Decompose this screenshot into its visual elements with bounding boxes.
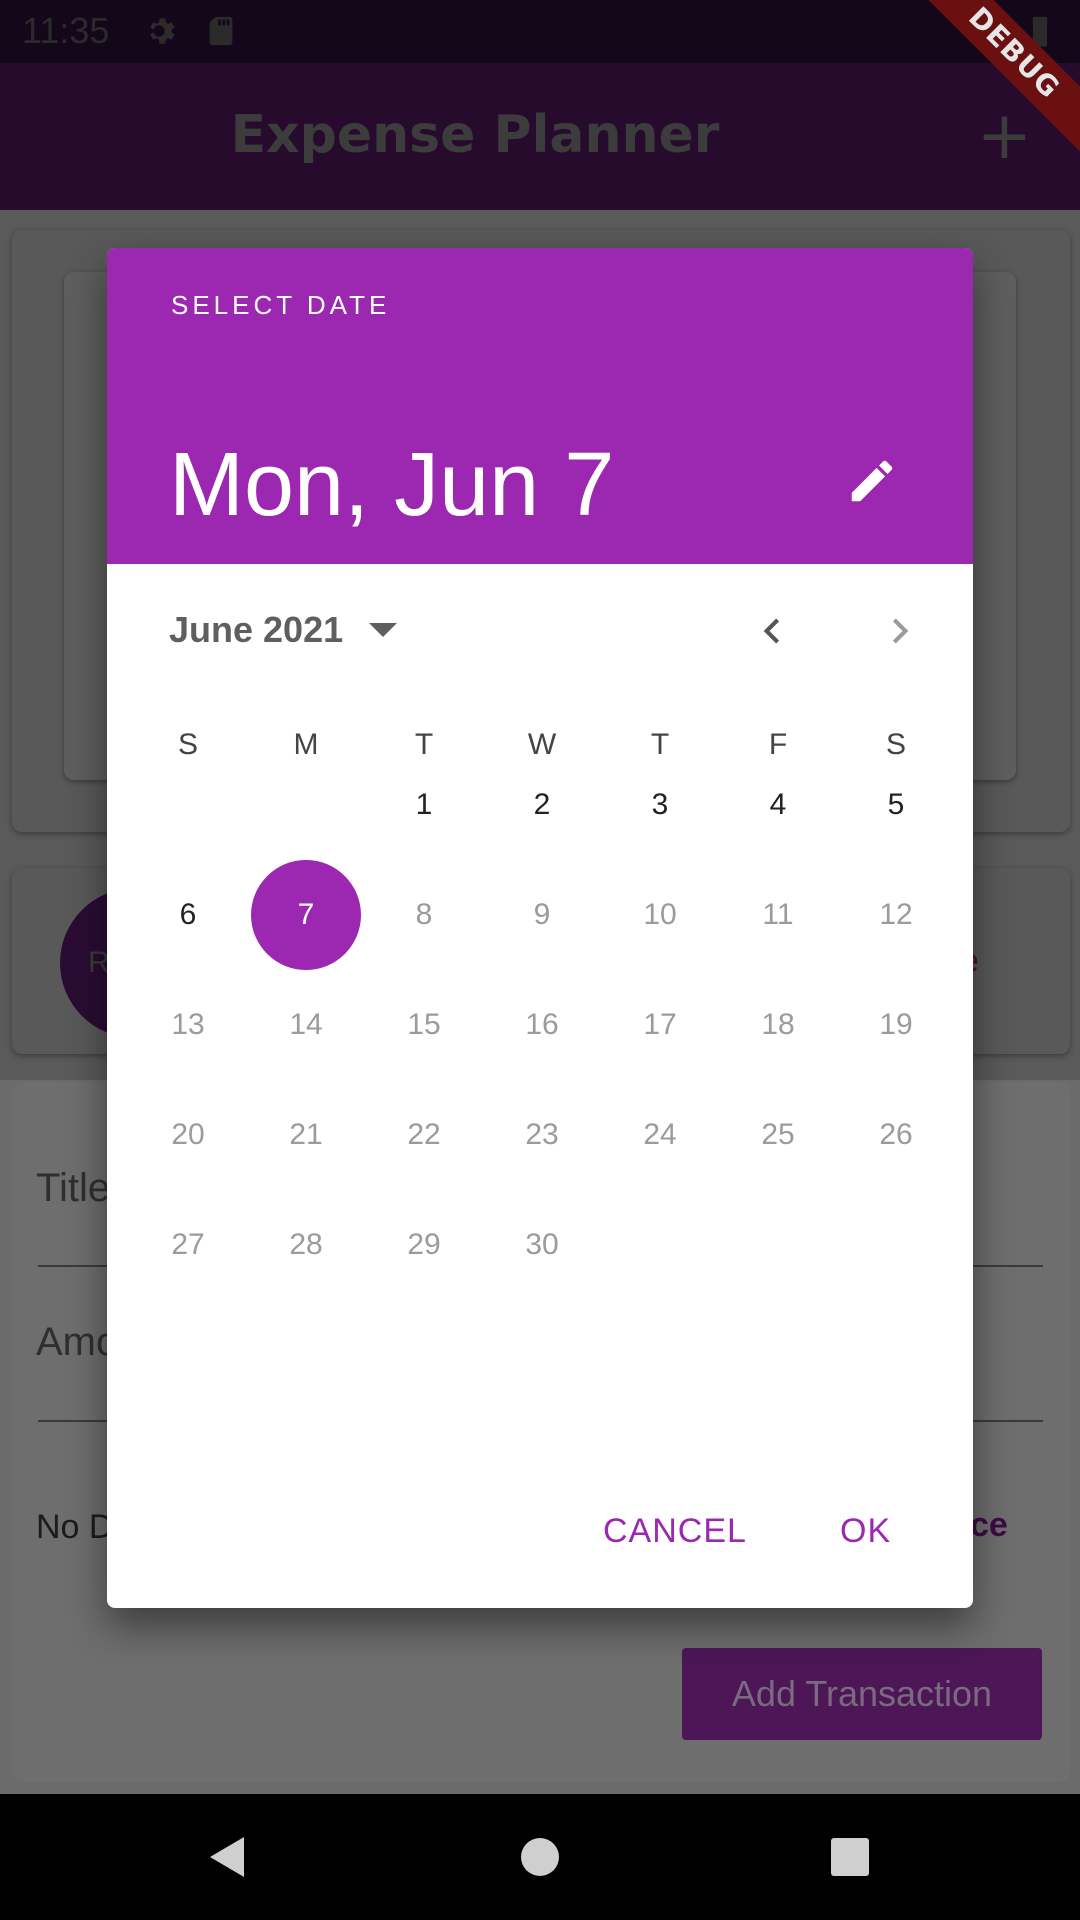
calendar-day[interactable]: 26 bbox=[837, 1080, 955, 1190]
calendar-day[interactable]: 21 bbox=[247, 1080, 365, 1190]
calendar-day[interactable]: 8 bbox=[365, 860, 483, 970]
next-month-chevron-icon[interactable] bbox=[875, 606, 925, 656]
system-nav-bar bbox=[0, 1794, 1080, 1920]
calendar-day[interactable]: 27 bbox=[129, 1190, 247, 1300]
settings-icon bbox=[150, 18, 175, 44]
calendar-day[interactable]: 24 bbox=[601, 1080, 719, 1190]
help-text: SELECT DATE bbox=[171, 290, 391, 320]
calendar-day[interactable]: 25 bbox=[719, 1080, 837, 1190]
calendar-day[interactable]: 5 bbox=[837, 750, 955, 860]
calendar-day[interactable]: 10 bbox=[601, 860, 719, 970]
nav-recents-button[interactable] bbox=[790, 1794, 910, 1920]
amount-field-label: Amo bbox=[36, 1320, 119, 1364]
home-circle-icon bbox=[521, 1838, 559, 1876]
calendar-day[interactable]: 2 bbox=[483, 750, 601, 860]
month-year-label: June 2021 bbox=[169, 609, 344, 650]
selected-day[interactable]: 7 bbox=[247, 860, 365, 970]
dropdown-caret-icon bbox=[369, 623, 398, 637]
calendar-day[interactable]: 20 bbox=[129, 1080, 247, 1190]
calendar-day[interactable]: 22 bbox=[365, 1080, 483, 1190]
status-bar: 11:35 bbox=[0, 0, 1080, 63]
calendar-day[interactable]: 14 bbox=[247, 970, 365, 1080]
calendar-day[interactable]: 3 bbox=[601, 750, 719, 860]
calendar-day[interactable]: 15 bbox=[365, 970, 483, 1080]
nav-home-button[interactable] bbox=[480, 1794, 600, 1920]
sd-card-icon bbox=[209, 16, 233, 46]
nav-back-button[interactable] bbox=[166, 1794, 286, 1920]
calendar-day[interactable]: 23 bbox=[483, 1080, 601, 1190]
calendar-day[interactable]: 16 bbox=[483, 970, 601, 1080]
app-title: Expense Planner bbox=[230, 105, 720, 165]
calendar-day[interactable]: 19 bbox=[837, 970, 955, 1080]
selected-date-text: Mon, Jun 7 bbox=[169, 435, 615, 535]
calendar-day[interactable]: 4 bbox=[719, 750, 837, 860]
no-date-text: No D bbox=[36, 1508, 114, 1546]
calendar-day[interactable]: 30 bbox=[483, 1190, 601, 1300]
weekday-label: S bbox=[177, 728, 198, 761]
ok-button[interactable]: OK bbox=[840, 1512, 891, 1551]
date-picker-dialog: SELECT DATE Mon, Jun 7 June 2021 SMTWTFS… bbox=[107, 248, 973, 1608]
add-icon[interactable]: + bbox=[977, 103, 1032, 169]
calendar-day[interactable]: 17 bbox=[601, 970, 719, 1080]
edit-pencil-icon[interactable] bbox=[845, 454, 899, 508]
calendar-day[interactable]: 12 bbox=[837, 860, 955, 970]
weekday-label: M bbox=[293, 728, 319, 761]
calendar-day[interactable]: 11 bbox=[719, 860, 837, 970]
recents-square-icon bbox=[831, 1838, 869, 1876]
month-year-toggle[interactable]: June 2021 bbox=[169, 600, 398, 660]
app-bar: Expense Planner + bbox=[0, 63, 1080, 210]
previous-month-chevron-icon[interactable] bbox=[747, 606, 797, 656]
cancel-button[interactable]: CANCEL bbox=[603, 1512, 747, 1551]
calendar-day[interactable]: 13 bbox=[129, 970, 247, 1080]
calendar-day[interactable]: 18 bbox=[719, 970, 837, 1080]
date-picker-header: SELECT DATE Mon, Jun 7 bbox=[107, 248, 973, 564]
status-time: 11:35 bbox=[22, 10, 110, 51]
calendar-day[interactable]: 9 bbox=[483, 860, 601, 970]
selected-day-circle: 7 bbox=[251, 860, 361, 970]
back-triangle-icon bbox=[210, 1837, 244, 1877]
calendar-day[interactable]: 1 bbox=[365, 750, 483, 860]
calendar-day[interactable]: 6 bbox=[129, 860, 247, 970]
calendar-day[interactable]: 28 bbox=[247, 1190, 365, 1300]
calendar-day[interactable]: 29 bbox=[365, 1190, 483, 1300]
choose-date-link: ce bbox=[970, 1506, 1008, 1544]
add-transaction-button: Add Transaction bbox=[682, 1648, 1042, 1740]
title-field-label: Title bbox=[36, 1166, 111, 1210]
